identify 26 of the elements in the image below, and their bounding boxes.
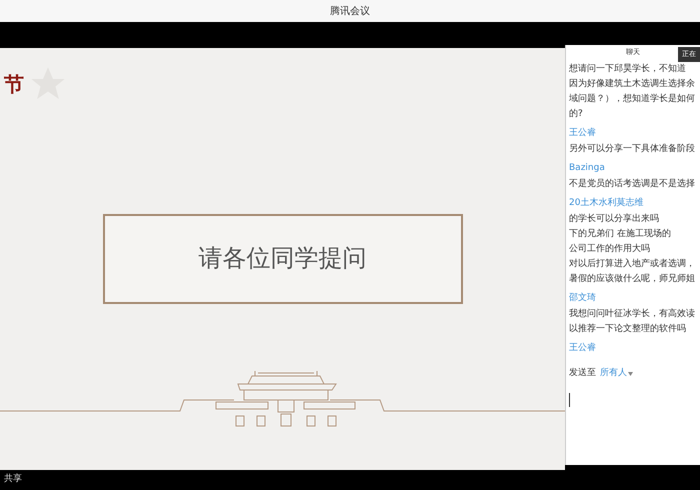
chat-message: 的? bbox=[569, 108, 584, 120]
chat-message: 因为好像建筑土木选调生选择余 bbox=[569, 78, 696, 90]
chat-message: 暑假的应该做什么呢，师兄师姐 bbox=[569, 273, 696, 285]
sender-name: 邵文琦 bbox=[569, 292, 597, 305]
chat-message: 不是党员的话考选调是不是选择 bbox=[569, 178, 696, 190]
sender-name: 王公睿 bbox=[569, 342, 597, 355]
window-title: 腾讯会议 bbox=[330, 4, 370, 18]
chat-message: 想请问一下邱昊学长，不知道 bbox=[569, 63, 687, 75]
slide-prompt: 请各位同学提问 bbox=[198, 243, 366, 274]
chat-message: 对以后打算进入地产或者选调， bbox=[569, 258, 696, 270]
chat-message: 的学长可以分享出来吗 bbox=[569, 213, 660, 225]
chat-message: 下的兄弟们 在施工现场的 bbox=[569, 228, 672, 240]
sender-name: 王公睿 bbox=[569, 126, 597, 140]
slide-corner-title: 节 bbox=[4, 71, 24, 98]
chat-message: 以推荐一下论文整理的软件吗 bbox=[569, 323, 687, 335]
caret-icon bbox=[628, 372, 633, 376]
sender-name: 20土木水利莫志维 bbox=[569, 196, 644, 210]
sender-name: Bazinga bbox=[569, 162, 606, 175]
screen-share-label[interactable]: 共享 bbox=[4, 473, 22, 487]
text-cursor bbox=[569, 392, 570, 406]
chat-message: 我想问问叶征冰学长，有高效读 bbox=[569, 308, 696, 320]
chat-message: 域问题？），想知道学长是如何 bbox=[569, 93, 696, 105]
send-to-label: 发送至 bbox=[569, 367, 596, 380]
chat-message: 另外可以分享一下具体准备阶段 bbox=[569, 143, 696, 155]
chat-message: 公司工作的作用大吗 bbox=[569, 243, 651, 255]
recipient-dropdown[interactable]: 所有人 bbox=[600, 367, 633, 380]
